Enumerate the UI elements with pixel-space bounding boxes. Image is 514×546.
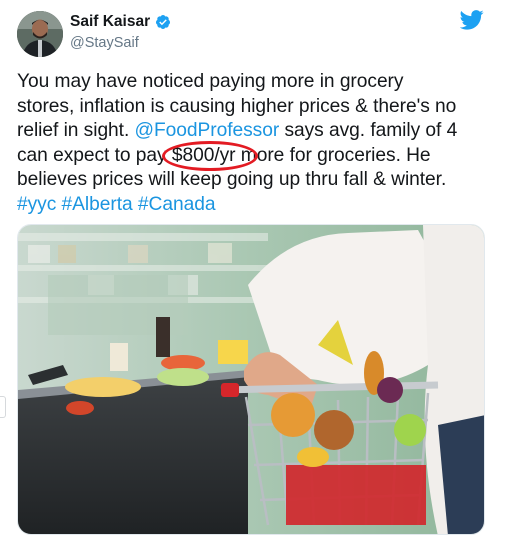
twitter-bird-icon[interactable]: [460, 10, 484, 30]
side-scroll-handle[interactable]: [0, 396, 6, 418]
tweet-card: Saif Kaisar @StaySaif You may have notic…: [0, 0, 514, 546]
hashtag-link[interactable]: #Canada: [138, 194, 216, 215]
tweet-line-4-start: can expect to pay: [17, 144, 167, 166]
circled-amount: $800/yr: [161, 140, 258, 171]
hashtag-link[interactable]: #Alberta: [62, 194, 133, 215]
tweet-text: You may have noticed paying more in groc…: [17, 70, 497, 218]
mention-link[interactable]: @FoodProfessor: [135, 120, 280, 141]
tweet-line-3: relief in sight. @FoodProfessor says avg…: [17, 119, 497, 144]
tweet-line-1: You may have noticed paying more in groc…: [17, 71, 404, 92]
tweet-line-4-end: more for groceries. He: [240, 144, 431, 166]
display-name[interactable]: Saif Kaisar: [70, 13, 150, 31]
tweet-line-4: can expect to pay $800/yr more for groce…: [17, 140, 497, 171]
tweet-line-5: believes prices will keep going up thru …: [17, 169, 447, 191]
user-handle[interactable]: @StaySaif: [70, 35, 139, 51]
user-avatar-photo-icon: [17, 11, 63, 57]
hashtag-link[interactable]: #yyc: [17, 194, 56, 215]
tweet-media-image[interactable]: [17, 224, 485, 535]
tweet-line-3-start: relief in sight.: [17, 120, 130, 142]
grocery-cart-photo-icon: [18, 225, 484, 534]
avatar[interactable]: [17, 11, 63, 57]
tweet-line-3-end: says avg. family of 4: [284, 120, 458, 142]
user-name-row[interactable]: Saif Kaisar: [70, 13, 171, 31]
tweet-line-2: stores, inflation is causing higher pric…: [17, 95, 457, 117]
verified-badge-icon: [156, 15, 171, 29]
highlight-amount: $800/yr: [171, 144, 236, 166]
hashtag-line: #yyc #Alberta #Canada: [17, 193, 497, 218]
